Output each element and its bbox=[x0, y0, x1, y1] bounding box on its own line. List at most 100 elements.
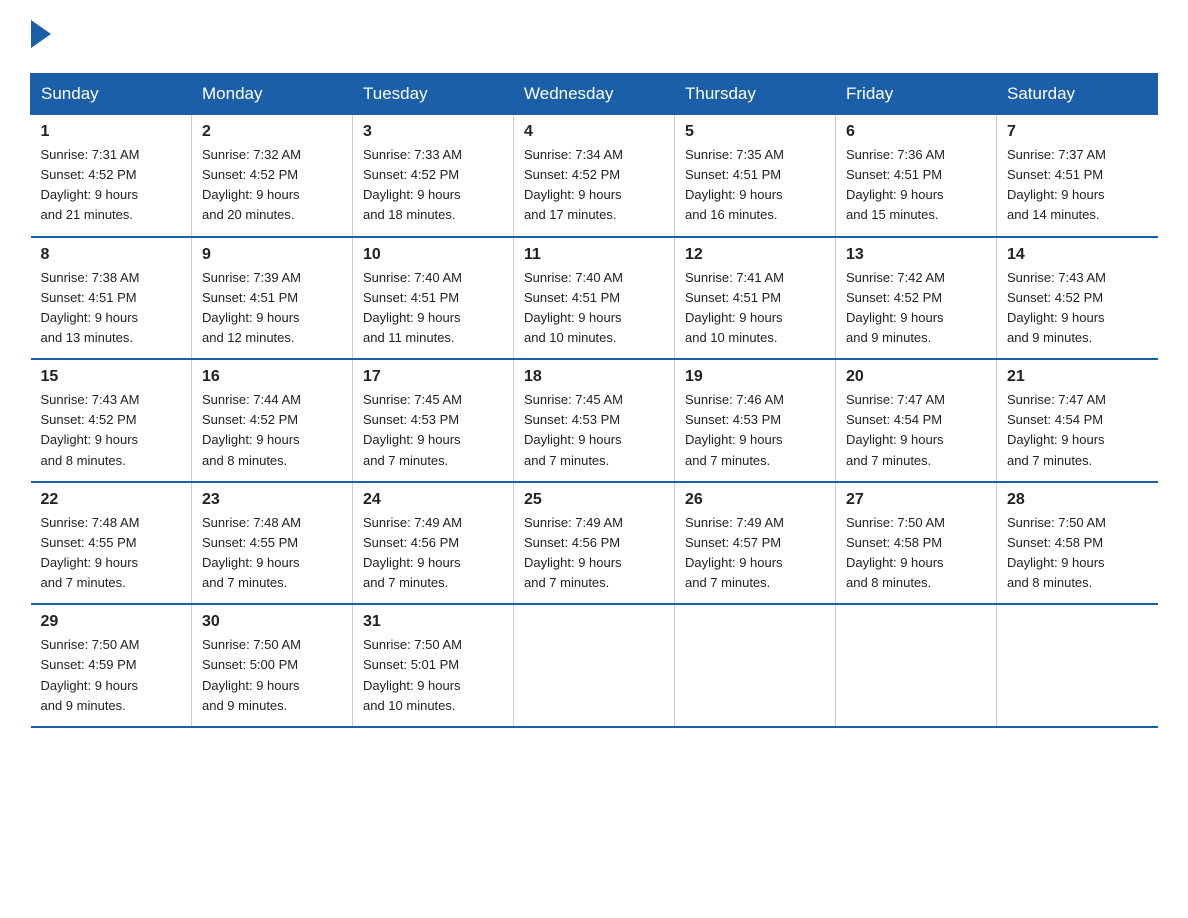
weekday-header-tuesday: Tuesday bbox=[353, 74, 514, 115]
day-number: 11 bbox=[524, 246, 664, 264]
daylight-minutes: and 7 minutes. bbox=[685, 453, 770, 468]
sunset-label: Sunset: 4:51 PM bbox=[363, 290, 459, 305]
sunset-label: Sunset: 4:52 PM bbox=[202, 167, 298, 182]
sunrise-label: Sunrise: 7:37 AM bbox=[1007, 147, 1106, 162]
daylight-minutes: and 20 minutes. bbox=[202, 207, 295, 222]
daylight-minutes: and 7 minutes. bbox=[363, 453, 448, 468]
sunrise-label: Sunrise: 7:43 AM bbox=[41, 392, 140, 407]
day-number: 30 bbox=[202, 613, 342, 631]
sunset-label: Sunset: 4:56 PM bbox=[524, 535, 620, 550]
sunset-label: Sunset: 4:59 PM bbox=[41, 657, 137, 672]
sunrise-label: Sunrise: 7:40 AM bbox=[524, 270, 623, 285]
day-info: Sunrise: 7:48 AM Sunset: 4:55 PM Dayligh… bbox=[202, 513, 342, 594]
sunrise-label: Sunrise: 7:48 AM bbox=[41, 515, 140, 530]
daylight-label: Daylight: 9 hours bbox=[846, 432, 944, 447]
day-number: 31 bbox=[363, 613, 503, 631]
calendar-cell: 21 Sunrise: 7:47 AM Sunset: 4:54 PM Dayl… bbox=[997, 359, 1158, 482]
sunrise-label: Sunrise: 7:50 AM bbox=[1007, 515, 1106, 530]
sunset-label: Sunset: 4:53 PM bbox=[685, 412, 781, 427]
calendar-cell: 25 Sunrise: 7:49 AM Sunset: 4:56 PM Dayl… bbox=[514, 482, 675, 605]
day-info: Sunrise: 7:47 AM Sunset: 4:54 PM Dayligh… bbox=[846, 390, 986, 471]
sunrise-label: Sunrise: 7:41 AM bbox=[685, 270, 784, 285]
day-info: Sunrise: 7:34 AM Sunset: 4:52 PM Dayligh… bbox=[524, 145, 664, 226]
calendar-table: SundayMondayTuesdayWednesdayThursdayFrid… bbox=[30, 73, 1158, 728]
sunset-label: Sunset: 4:52 PM bbox=[846, 290, 942, 305]
calendar-week-row: 1 Sunrise: 7:31 AM Sunset: 4:52 PM Dayli… bbox=[31, 115, 1158, 237]
calendar-cell: 4 Sunrise: 7:34 AM Sunset: 4:52 PM Dayli… bbox=[514, 115, 675, 237]
day-number: 15 bbox=[41, 368, 182, 386]
day-info: Sunrise: 7:46 AM Sunset: 4:53 PM Dayligh… bbox=[685, 390, 825, 471]
sunset-label: Sunset: 5:00 PM bbox=[202, 657, 298, 672]
calendar-cell: 22 Sunrise: 7:48 AM Sunset: 4:55 PM Dayl… bbox=[31, 482, 192, 605]
daylight-label: Daylight: 9 hours bbox=[202, 310, 300, 325]
calendar-cell: 14 Sunrise: 7:43 AM Sunset: 4:52 PM Dayl… bbox=[997, 237, 1158, 360]
calendar-cell: 31 Sunrise: 7:50 AM Sunset: 5:01 PM Dayl… bbox=[353, 604, 514, 727]
daylight-label: Daylight: 9 hours bbox=[41, 678, 139, 693]
sunset-label: Sunset: 4:54 PM bbox=[1007, 412, 1103, 427]
sunset-label: Sunset: 4:52 PM bbox=[41, 167, 137, 182]
day-info: Sunrise: 7:45 AM Sunset: 4:53 PM Dayligh… bbox=[363, 390, 503, 471]
daylight-label: Daylight: 9 hours bbox=[524, 432, 622, 447]
day-info: Sunrise: 7:49 AM Sunset: 4:56 PM Dayligh… bbox=[524, 513, 664, 594]
calendar-cell: 18 Sunrise: 7:45 AM Sunset: 4:53 PM Dayl… bbox=[514, 359, 675, 482]
sunrise-label: Sunrise: 7:48 AM bbox=[202, 515, 301, 530]
daylight-label: Daylight: 9 hours bbox=[41, 555, 139, 570]
day-number: 17 bbox=[363, 368, 503, 386]
sunrise-label: Sunrise: 7:45 AM bbox=[524, 392, 623, 407]
day-info: Sunrise: 7:50 AM Sunset: 5:01 PM Dayligh… bbox=[363, 635, 503, 716]
daylight-label: Daylight: 9 hours bbox=[1007, 555, 1105, 570]
calendar-cell: 5 Sunrise: 7:35 AM Sunset: 4:51 PM Dayli… bbox=[675, 115, 836, 237]
sunrise-label: Sunrise: 7:49 AM bbox=[685, 515, 784, 530]
day-info: Sunrise: 7:49 AM Sunset: 4:57 PM Dayligh… bbox=[685, 513, 825, 594]
calendar-week-row: 8 Sunrise: 7:38 AM Sunset: 4:51 PM Dayli… bbox=[31, 237, 1158, 360]
day-number: 6 bbox=[846, 123, 986, 141]
daylight-minutes: and 8 minutes. bbox=[41, 453, 126, 468]
daylight-minutes: and 10 minutes. bbox=[524, 330, 617, 345]
day-info: Sunrise: 7:43 AM Sunset: 4:52 PM Dayligh… bbox=[41, 390, 182, 471]
day-number: 26 bbox=[685, 491, 825, 509]
daylight-minutes: and 9 minutes. bbox=[846, 330, 931, 345]
calendar-cell bbox=[997, 604, 1158, 727]
day-number: 16 bbox=[202, 368, 342, 386]
sunset-label: Sunset: 4:58 PM bbox=[1007, 535, 1103, 550]
daylight-minutes: and 7 minutes. bbox=[524, 575, 609, 590]
daylight-label: Daylight: 9 hours bbox=[524, 187, 622, 202]
sunrise-label: Sunrise: 7:36 AM bbox=[846, 147, 945, 162]
sunrise-label: Sunrise: 7:50 AM bbox=[202, 637, 301, 652]
calendar-cell: 20 Sunrise: 7:47 AM Sunset: 4:54 PM Dayl… bbox=[836, 359, 997, 482]
daylight-minutes: and 7 minutes. bbox=[41, 575, 126, 590]
day-info: Sunrise: 7:43 AM Sunset: 4:52 PM Dayligh… bbox=[1007, 268, 1148, 349]
day-number: 5 bbox=[685, 123, 825, 141]
day-info: Sunrise: 7:48 AM Sunset: 4:55 PM Dayligh… bbox=[41, 513, 182, 594]
daylight-minutes: and 7 minutes. bbox=[846, 453, 931, 468]
daylight-minutes: and 10 minutes. bbox=[685, 330, 778, 345]
calendar-cell: 13 Sunrise: 7:42 AM Sunset: 4:52 PM Dayl… bbox=[836, 237, 997, 360]
daylight-minutes: and 11 minutes. bbox=[363, 330, 455, 345]
sunrise-label: Sunrise: 7:43 AM bbox=[1007, 270, 1106, 285]
daylight-minutes: and 8 minutes. bbox=[202, 453, 287, 468]
calendar-cell: 3 Sunrise: 7:33 AM Sunset: 4:52 PM Dayli… bbox=[353, 115, 514, 237]
sunrise-label: Sunrise: 7:40 AM bbox=[363, 270, 462, 285]
sunrise-label: Sunrise: 7:32 AM bbox=[202, 147, 301, 162]
daylight-label: Daylight: 9 hours bbox=[202, 678, 300, 693]
daylight-minutes: and 9 minutes. bbox=[1007, 330, 1092, 345]
daylight-minutes: and 7 minutes. bbox=[685, 575, 770, 590]
calendar-cell: 30 Sunrise: 7:50 AM Sunset: 5:00 PM Dayl… bbox=[192, 604, 353, 727]
sunset-label: Sunset: 4:51 PM bbox=[202, 290, 298, 305]
sunset-label: Sunset: 4:56 PM bbox=[363, 535, 459, 550]
sunset-label: Sunset: 4:52 PM bbox=[363, 167, 459, 182]
day-info: Sunrise: 7:50 AM Sunset: 5:00 PM Dayligh… bbox=[202, 635, 342, 716]
day-info: Sunrise: 7:45 AM Sunset: 4:53 PM Dayligh… bbox=[524, 390, 664, 471]
sunrise-label: Sunrise: 7:46 AM bbox=[685, 392, 784, 407]
day-number: 10 bbox=[363, 246, 503, 264]
day-info: Sunrise: 7:32 AM Sunset: 4:52 PM Dayligh… bbox=[202, 145, 342, 226]
calendar-week-row: 15 Sunrise: 7:43 AM Sunset: 4:52 PM Dayl… bbox=[31, 359, 1158, 482]
sunset-label: Sunset: 4:51 PM bbox=[524, 290, 620, 305]
day-number: 12 bbox=[685, 246, 825, 264]
daylight-label: Daylight: 9 hours bbox=[1007, 187, 1105, 202]
calendar-cell: 19 Sunrise: 7:46 AM Sunset: 4:53 PM Dayl… bbox=[675, 359, 836, 482]
calendar-cell: 10 Sunrise: 7:40 AM Sunset: 4:51 PM Dayl… bbox=[353, 237, 514, 360]
sunrise-label: Sunrise: 7:45 AM bbox=[363, 392, 462, 407]
weekday-header-wednesday: Wednesday bbox=[514, 74, 675, 115]
day-info: Sunrise: 7:49 AM Sunset: 4:56 PM Dayligh… bbox=[363, 513, 503, 594]
